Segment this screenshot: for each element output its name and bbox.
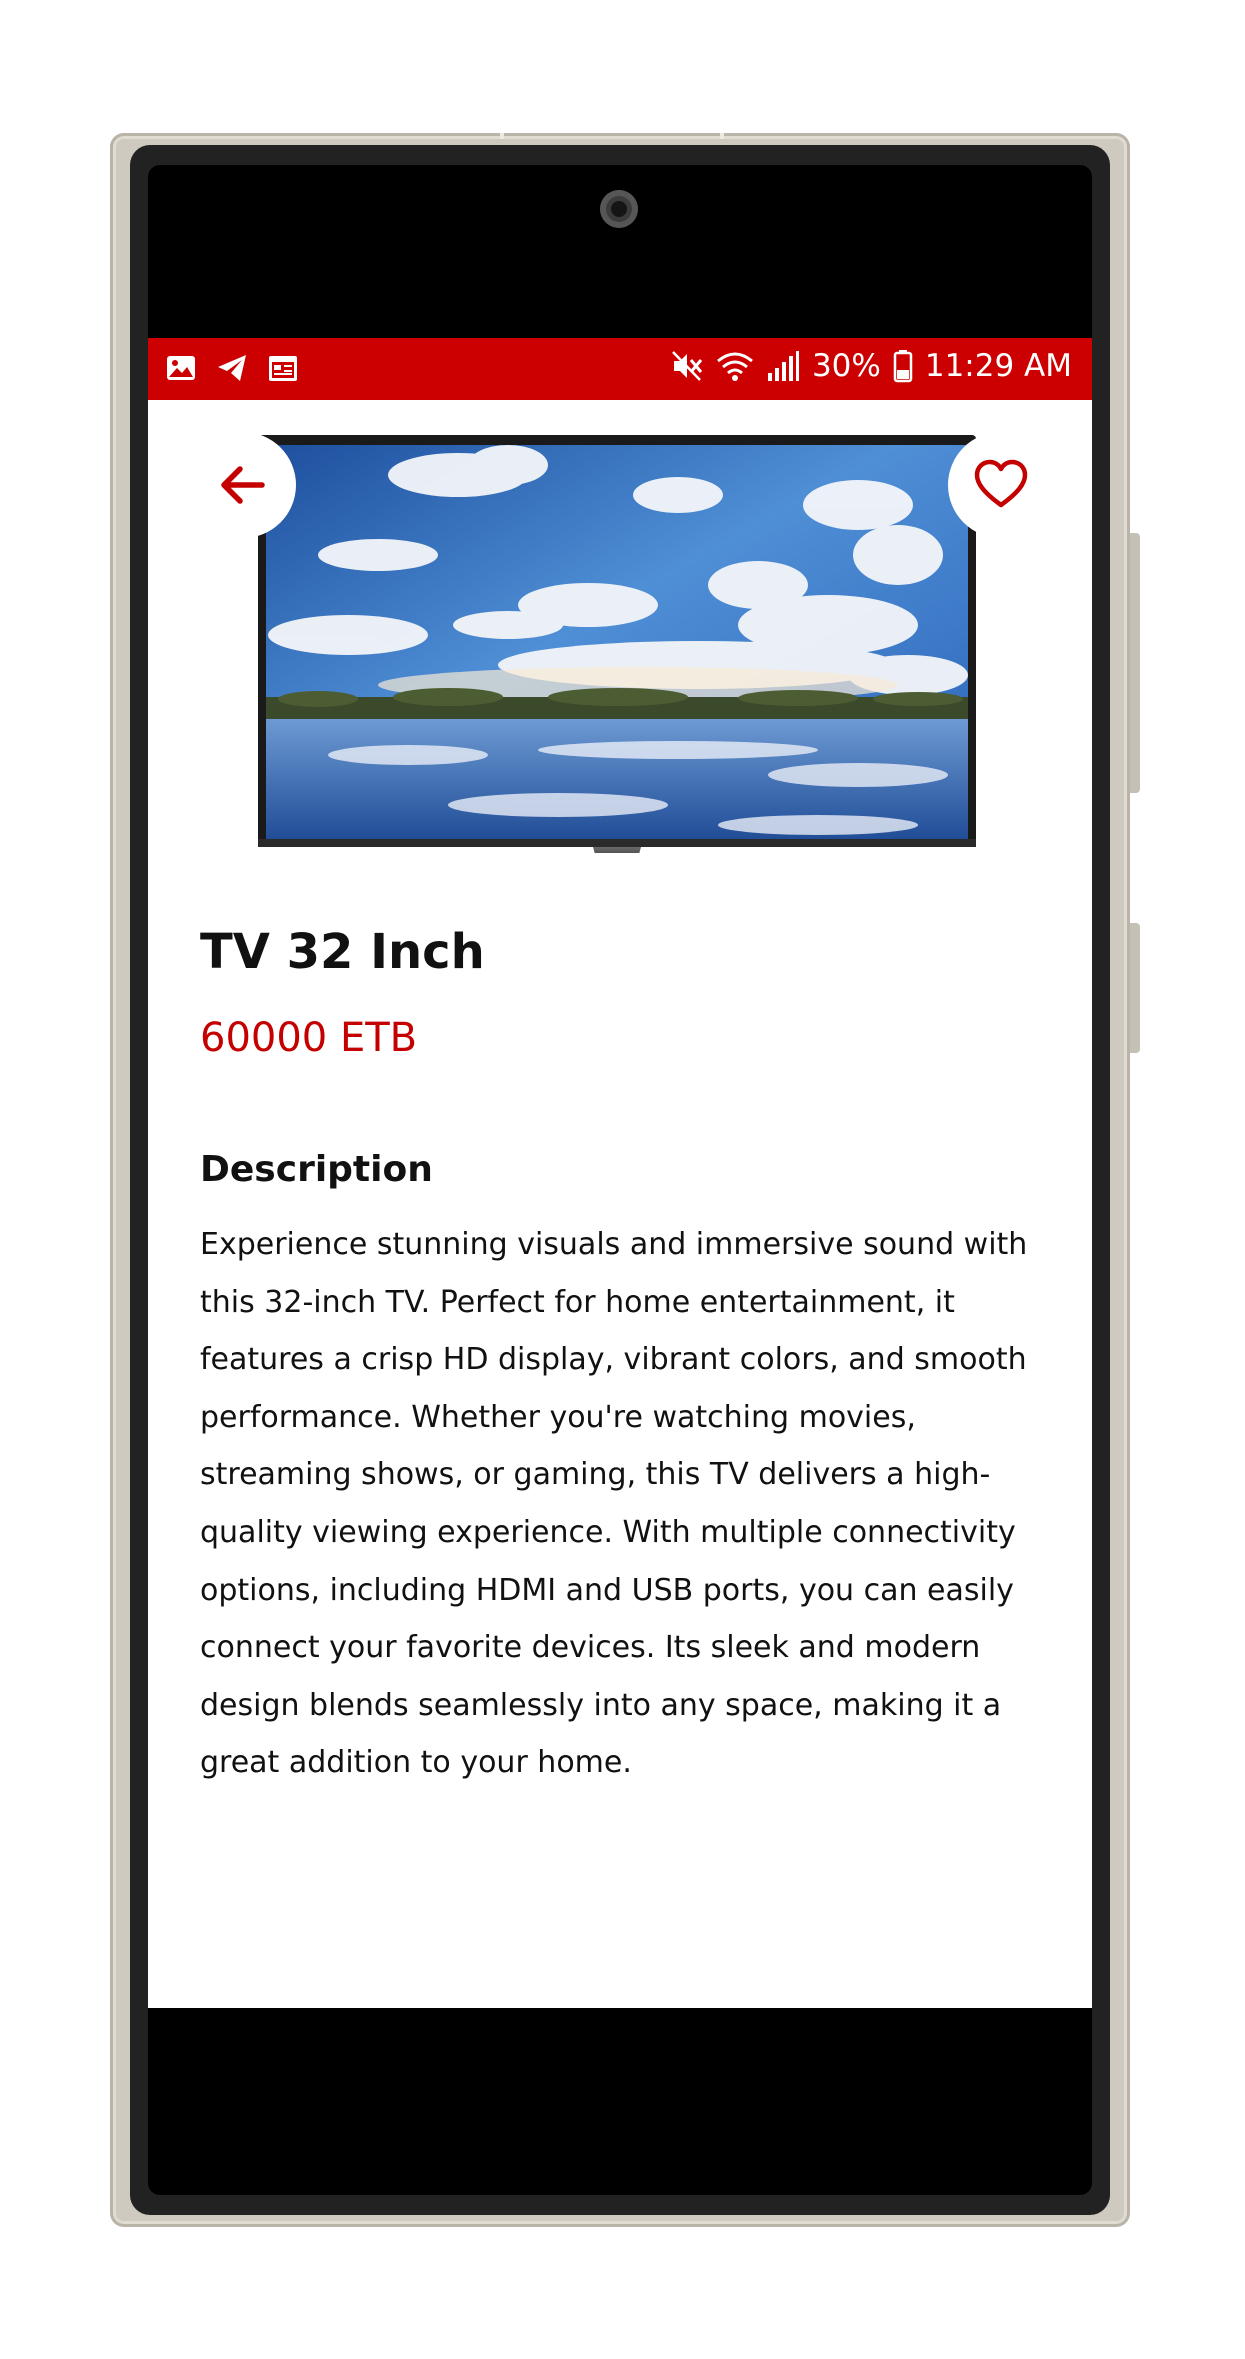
status-right-icons: 30% 11:29 AM (670, 348, 1072, 384)
product-title: TV 32 Inch (200, 924, 485, 980)
frame-notch (500, 133, 504, 139)
battery-percent: 30% (811, 348, 881, 384)
mute-icon (670, 349, 704, 383)
description-heading: Description (200, 1149, 433, 1190)
front-camera (600, 190, 638, 228)
product-hero (148, 400, 1092, 920)
wifi-icon (716, 349, 754, 383)
status-bar: 30% 11:29 AM (148, 338, 1092, 400)
signal-icon (766, 349, 800, 383)
app-display: 30% 11:29 AM TV 32 Inch 60000 ETB Descri… (148, 338, 1092, 2008)
frame-notch (720, 133, 724, 139)
description-text: Experience stunning visuals and immersiv… (200, 1227, 1028, 1781)
volume-button (1130, 533, 1140, 793)
status-left-icons (166, 353, 298, 383)
product-price: 60000 ETB (200, 1015, 418, 1061)
power-button (1130, 923, 1140, 1053)
phone-bezel: 30% 11:29 AM TV 32 Inch 60000 ETB Descri… (130, 145, 1110, 2215)
favorite-button[interactable] (948, 432, 1054, 538)
product-details: TV 32 Inch 60000 ETB Description Experie… (200, 920, 1040, 1792)
gallery-icon (166, 353, 196, 383)
heart-outline-icon (974, 459, 1028, 508)
screen: 30% 11:29 AM TV 32 Inch 60000 ETB Descri… (148, 165, 1092, 2195)
telegram-icon (216, 353, 248, 383)
clock: 11:29 AM (924, 348, 1072, 384)
product-image (258, 435, 976, 853)
back-button[interactable] (190, 432, 296, 538)
calendar-icon (268, 353, 298, 383)
battery-icon (893, 349, 913, 383)
phone-frame: 30% 11:29 AM TV 32 Inch 60000 ETB Descri… (110, 133, 1140, 2227)
arrow-left-icon (221, 466, 265, 504)
